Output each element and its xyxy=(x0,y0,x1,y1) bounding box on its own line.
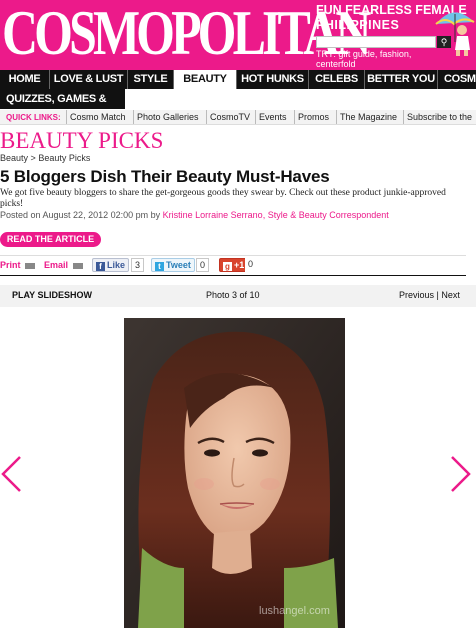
site-header: COSMOPOLITAN FUN FEARLESS FEMALE PHILIPP… xyxy=(0,0,476,70)
nav-item-better-you[interactable]: BETTER YOU xyxy=(365,70,438,89)
breadcrumb: Beauty > Beauty Picks xyxy=(0,153,90,163)
photo-counter: Photo 3 of 10 xyxy=(206,290,260,300)
quick-links-bar: QUICK LINKS: Cosmo Match Photo Galleries… xyxy=(0,110,476,125)
tweet-button[interactable]: t Tweet xyxy=(151,258,195,272)
like-label: Like xyxy=(107,260,126,270)
tweet-count: 0 xyxy=(196,258,210,272)
facebook-icon: f xyxy=(96,262,105,271)
twitter-bird-icon: t xyxy=(155,262,164,271)
next-arrow-icon[interactable] xyxy=(450,455,472,493)
like-count: 3 xyxy=(131,258,145,272)
photo-watermark: lushangel.com xyxy=(259,605,330,617)
print-link[interactable]: Print xyxy=(0,260,21,270)
play-slideshow-button[interactable]: PLAY SLIDESHOW xyxy=(12,290,92,300)
nav-item-hot-hunks[interactable]: HOT HUNKS xyxy=(237,70,309,89)
google-plus-icon: g xyxy=(223,262,232,271)
article-dek: We got five beauty bloggers to share the… xyxy=(0,188,446,209)
nav-item-home[interactable]: HOME xyxy=(0,70,50,89)
breadcrumb-separator: > xyxy=(30,153,36,163)
google-plus-one-button[interactable]: g +1 xyxy=(219,258,249,272)
quick-link-cosmo-match[interactable]: Cosmo Match xyxy=(66,110,126,124)
previous-arrow-icon[interactable] xyxy=(0,455,22,493)
slideshow-photo[interactable]: lushangel.com xyxy=(124,318,345,628)
tweet-label: Tweet xyxy=(166,260,191,270)
main-nav: HOME LOVE & LUST STYLE BEAUTY HOT HUNKS … xyxy=(0,70,476,89)
breadcrumb-beauty-picks[interactable]: Beauty Picks xyxy=(38,153,90,163)
nav-item-quizzes-games-tools[interactable]: QUIZZES, GAMES & TOOLS xyxy=(0,89,125,125)
nav-item-celebs[interactable]: CELEBS xyxy=(309,70,365,89)
nav-item-cosmo[interactable]: COSMO xyxy=(438,70,476,89)
envelope-icon[interactable] xyxy=(73,263,83,269)
breadcrumb-beauty[interactable]: Beauty xyxy=(0,153,28,163)
quick-link-photo-galleries[interactable]: Photo Galleries xyxy=(133,110,199,124)
nav-item-beauty[interactable]: BEAUTY xyxy=(174,70,237,89)
previous-link[interactable]: Previous xyxy=(399,290,434,300)
printer-icon[interactable] xyxy=(25,263,35,269)
email-link[interactable]: Email xyxy=(44,260,68,270)
article-headline: 5 Bloggers Dish Their Beauty Must-Haves xyxy=(0,167,330,186)
slideshow-controls: PLAY SLIDESHOW Photo 3 of 10 Previous | … xyxy=(0,285,476,307)
plus-one-count: 0 xyxy=(245,258,257,272)
pager-separator: | xyxy=(436,290,439,300)
quick-links-label: QUICK LINKS: xyxy=(6,113,61,122)
plus-one-label: +1 xyxy=(234,260,245,270)
next-link[interactable]: Next xyxy=(441,290,460,300)
cosmopolitan-logo[interactable]: COSMOPOLITAN xyxy=(2,0,371,68)
read-article-button[interactable]: READ THE ARTICLE xyxy=(0,232,101,247)
share-bar: Print Email f Like 3 t Tweet 0 g +1 0 xyxy=(0,255,466,276)
author-link[interactable]: Kristine Lorraine Serrano, Style & Beaut… xyxy=(163,210,389,220)
nav-item-love-lust[interactable]: LOVE & LUST xyxy=(50,70,128,89)
quick-link-cosmotv[interactable]: CosmoTV xyxy=(206,110,250,124)
pager: Previous | Next xyxy=(399,290,460,300)
quick-link-promos[interactable]: Promos xyxy=(294,110,329,124)
quick-link-the-magazine[interactable]: The Magazine xyxy=(336,110,397,124)
section-title: BEAUTY PICKS xyxy=(0,128,164,153)
search-suggestions: TRY: gift guide, fashion, centerfold xyxy=(316,49,412,69)
nav-item-style[interactable]: STYLE xyxy=(128,70,174,89)
umbrella-girl-icon xyxy=(435,12,475,56)
byline: Posted on August 22, 2012 02:00 pm by Kr… xyxy=(0,210,389,220)
portrait-image xyxy=(124,318,345,628)
quick-link-subscribe[interactable]: Subscribe to the xyxy=(403,110,472,124)
facebook-like-button[interactable]: f Like xyxy=(92,258,130,272)
quick-link-events[interactable]: Events xyxy=(255,110,287,124)
posted-date: Posted on August 22, 2012 02:00 pm by xyxy=(0,210,161,220)
search-input[interactable] xyxy=(316,36,436,48)
